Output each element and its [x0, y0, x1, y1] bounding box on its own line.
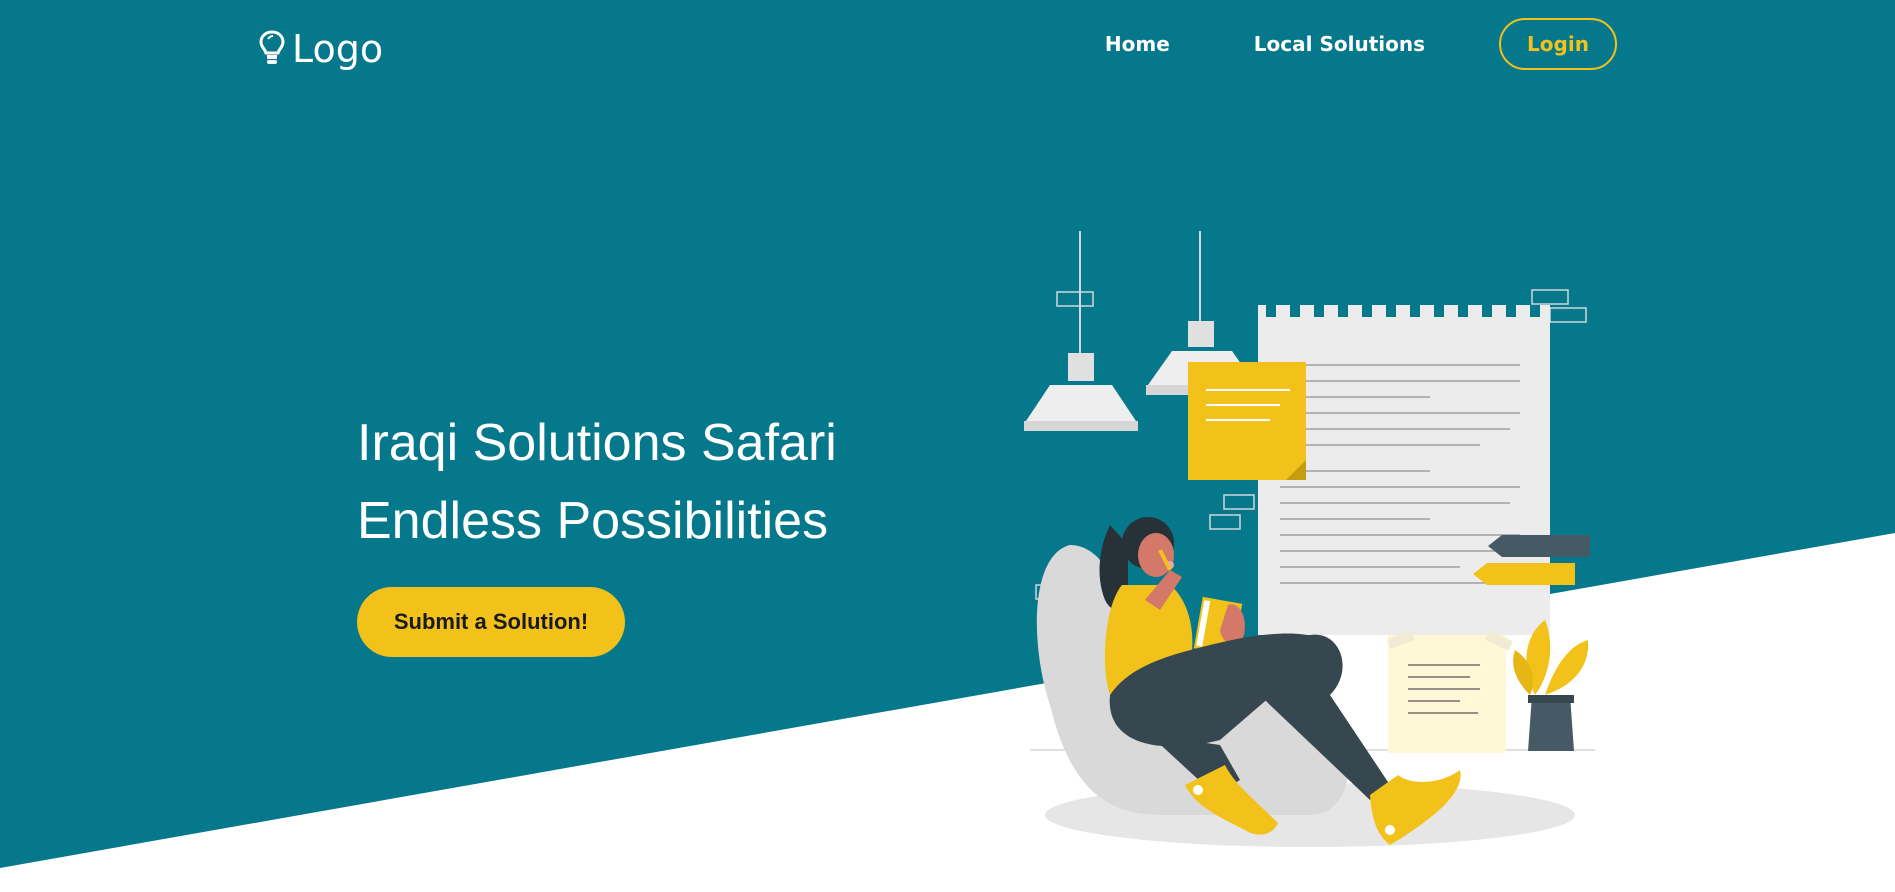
lightbulb-icon: [259, 30, 285, 64]
logo-text: Logo: [292, 27, 384, 71]
hero-background: [0, 0, 1895, 868]
hero-title-line1: Iraqi Solutions Safari: [357, 414, 837, 472]
nav-home-link[interactable]: Home: [1105, 32, 1170, 56]
woman-reading-notes-illustration: [1024, 231, 1595, 847]
login-button[interactable]: Login: [1499, 18, 1617, 70]
hero-section: Logo Home Local Solutions Login Iraqi So…: [0, 0, 1895, 892]
nav-local-solutions-link[interactable]: Local Solutions: [1254, 32, 1425, 56]
submit-solution-button[interactable]: Submit a Solution!: [357, 587, 625, 657]
main-nav: Home Local Solutions Login: [1105, 18, 1617, 70]
hero-title-line2: Endless Possibilities: [357, 492, 829, 550]
hero-title: Iraqi Solutions Safari Endless Possibili…: [357, 404, 837, 560]
logo[interactable]: Logo: [258, 26, 383, 72]
